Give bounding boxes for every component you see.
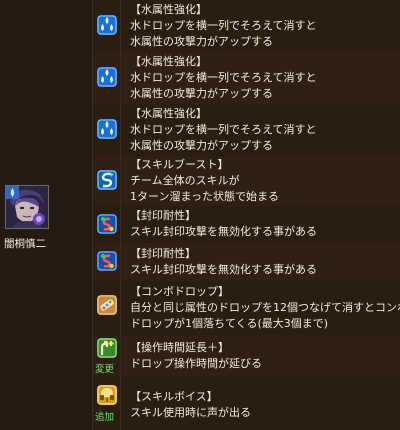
awakening-title: 【水属性強化】 [130, 3, 207, 16]
awakening-desc-line: 自分と同じ属性のドロップを12個つなげて消すとコンボ [130, 301, 400, 314]
awakening-desc-line: 水属性の攻撃力がアップする [130, 87, 273, 100]
awakening-desc-line: 水属性の攻撃力がアップする [130, 35, 273, 48]
awakening-desc-line: 水ドロップを横一列でそろえて消すと [130, 19, 317, 32]
awakening-desc-line: ドロップ操作時間が延びる [130, 357, 262, 370]
awakening-row: 【水属性強化】 水ドロップを横一列でそろえて消すと 水属性の攻撃力がアップする [93, 52, 400, 105]
awakening-desc-line: スキル封印攻撃を無効化する事がある [130, 225, 317, 238]
awakening-desc-line: 水ドロップを横一列でそろえて消すと [130, 123, 317, 136]
awakening-title: 【スキルボイス】 [130, 390, 218, 403]
awakening-title: 【封印耐性】 [130, 209, 196, 222]
water-enhance-icon[interactable] [97, 119, 117, 139]
awakening-desc-line: 水ドロップを横一列でそろえて消すと [130, 71, 317, 84]
awakening-row: 変更 【操作時間延長＋】 ドロップ操作時間が延びる [93, 335, 400, 378]
awakening-desc-line: 水属性の攻撃力がアップする [130, 139, 273, 152]
awakening-title: 【水属性強化】 [130, 55, 207, 68]
change-tag: 変更 [95, 364, 115, 375]
character-portrait-icon[interactable] [5, 185, 49, 229]
character-column: 闇桐慎二 [0, 0, 93, 430]
awakening-row: 【水属性強化】 水ドロップを横一列でそろえて消すと 水属性の攻撃力がアップする [93, 0, 400, 53]
awakening-row: 【コンボドロップ】 自分と同じ属性のドロップを12個つなげて消すとコンボ ドロッ… [93, 281, 400, 336]
seal-resistance-icon[interactable] [97, 251, 117, 271]
awakening-title: 【封印耐性】 [130, 247, 196, 260]
added-tag: 追加 [95, 412, 115, 423]
awakening-title: 【操作時間延長＋】 [130, 341, 229, 354]
awakening-row: 【封印耐性】 スキル封印攻撃を無効化する事がある [93, 243, 400, 282]
awakening-title: 【コンボドロップ】 [130, 285, 229, 298]
awakening-desc-line: ドロップが1個落ちてくる(最大3個まで) [130, 317, 329, 330]
awakening-row: 【封印耐性】 スキル封印攻撃を無効化する事がある [93, 206, 400, 244]
seal-resistance-icon[interactable] [97, 214, 117, 234]
character-name: 闇桐慎二 [4, 238, 46, 250]
awakening-row: 【水属性強化】 水ドロップを横一列でそろえて消すと 水属性の攻撃力がアップする [93, 104, 400, 157]
water-enhance-icon[interactable] [97, 67, 117, 87]
combo-drop-icon[interactable] [97, 295, 117, 315]
awakening-desc-line: 1ターン溜まった状態で始まる [130, 190, 280, 203]
awakening-desc-line: チーム全体のスキルが [130, 174, 240, 187]
awakening-row: 追加 【スキルボイス】 スキル使用時に声が出る [93, 377, 400, 430]
awakening-desc-line: スキル封印攻撃を無効化する事がある [130, 263, 317, 276]
water-enhance-icon[interactable] [97, 15, 117, 35]
time-extend-plus-icon[interactable] [97, 338, 117, 358]
awakening-desc-line: スキル使用時に声が出る [130, 406, 251, 419]
skill-boost-icon[interactable] [97, 170, 117, 190]
awakening-title: 【水属性強化】 [130, 107, 207, 120]
awakening-title: 【スキルブースト】 [130, 158, 229, 171]
awakening-row: 【スキルブースト】 チーム全体のスキルが 1ターン溜まった状態で始まる [93, 156, 400, 207]
skill-voice-icon[interactable] [97, 385, 117, 405]
